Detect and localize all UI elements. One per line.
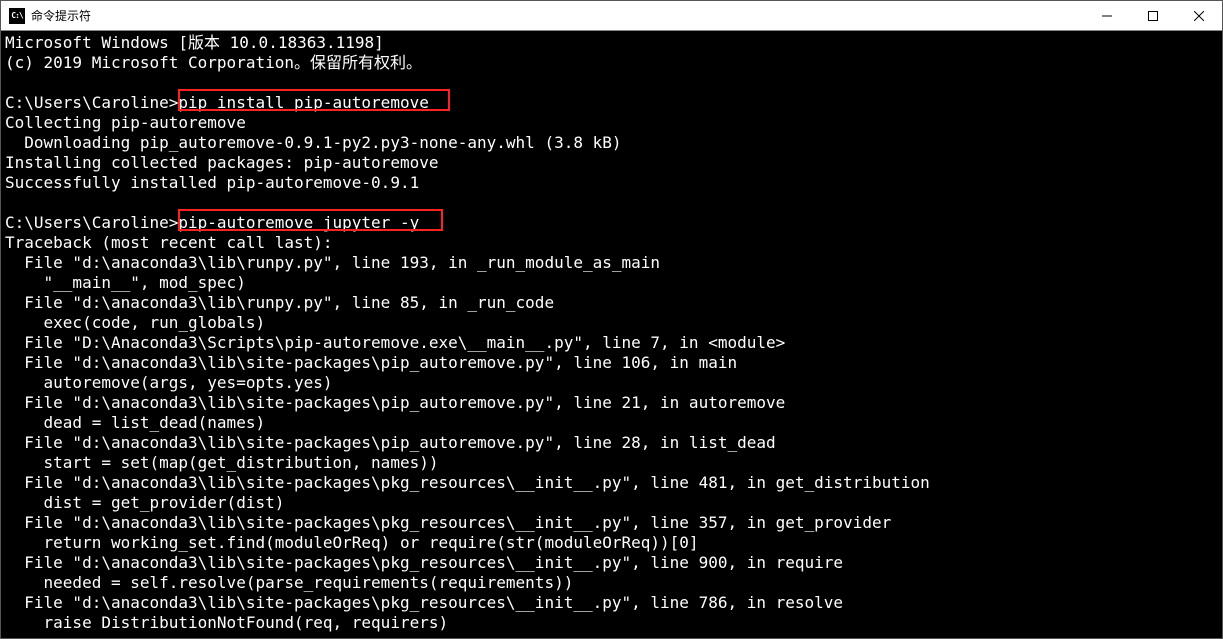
- terminal-line: Downloading pip_autoremove-0.9.1-py2.py3…: [5, 133, 1218, 153]
- terminal-line: File "d:\anaconda3\lib\site-packages\pkg…: [5, 513, 1218, 533]
- terminal-line: C:\Users\Caroline>pip-autoremove jupyter…: [5, 213, 1218, 233]
- terminal-line: autoremove(args, yes=opts.yes): [5, 373, 1218, 393]
- terminal-line: File "d:\anaconda3\lib\site-packages\pip…: [5, 393, 1218, 413]
- terminal-line: dist = get_provider(dist): [5, 493, 1218, 513]
- window-controls: [1084, 1, 1222, 30]
- terminal-line: start = set(map(get_distribution, names)…: [5, 453, 1218, 473]
- maximize-button[interactable]: [1130, 1, 1176, 30]
- close-button[interactable]: [1176, 1, 1222, 30]
- terminal-line: File "d:\anaconda3\lib\runpy.py", line 1…: [5, 253, 1218, 273]
- terminal-line: [5, 193, 1218, 213]
- terminal-line: File "d:\anaconda3\lib\site-packages\pkg…: [5, 473, 1218, 493]
- terminal-line: Successfully installed pip-autoremove-0.…: [5, 173, 1218, 193]
- window-title: 命令提示符: [31, 7, 1084, 24]
- terminal-line: Collecting pip-autoremove: [5, 113, 1218, 133]
- terminal-line: File "d:\anaconda3\lib\site-packages\pkg…: [5, 593, 1218, 613]
- terminal-output[interactable]: Microsoft Windows [版本 10.0.18363.1198](c…: [1, 31, 1222, 638]
- titlebar[interactable]: C:\ 命令提示符: [1, 1, 1222, 31]
- terminal-line: dead = list_dead(names): [5, 413, 1218, 433]
- terminal-line: return working_set.find(moduleOrReq) or …: [5, 533, 1218, 553]
- minimize-button[interactable]: [1084, 1, 1130, 30]
- terminal-line: C:\Users\Caroline>pip install pip-autore…: [5, 93, 1218, 113]
- terminal-line: File "d:\anaconda3\lib\site-packages\pkg…: [5, 553, 1218, 573]
- terminal-line: (c) 2019 Microsoft Corporation。保留所有权利。: [5, 53, 1218, 73]
- app-icon: C:\: [9, 8, 25, 24]
- terminal-line: Installing collected packages: pip-autor…: [5, 153, 1218, 173]
- terminal-line: Microsoft Windows [版本 10.0.18363.1198]: [5, 33, 1218, 53]
- terminal-line: File "d:\anaconda3\lib\runpy.py", line 8…: [5, 293, 1218, 313]
- minimize-icon: [1102, 11, 1112, 21]
- terminal-line: File "d:\anaconda3\lib\site-packages\pip…: [5, 433, 1218, 453]
- terminal-line: File "d:\anaconda3\lib\site-packages\pip…: [5, 353, 1218, 373]
- terminal-line: exec(code, run_globals): [5, 313, 1218, 333]
- terminal-line: raise DistributionNotFound(req, requirer…: [5, 613, 1218, 633]
- close-icon: [1194, 11, 1204, 21]
- terminal-line: File "D:\Anaconda3\Scripts\pip-autoremov…: [5, 333, 1218, 353]
- terminal-line: "__main__", mod_spec): [5, 273, 1218, 293]
- maximize-icon: [1148, 11, 1158, 21]
- terminal-line: Traceback (most recent call last):: [5, 233, 1218, 253]
- terminal-line: [5, 73, 1218, 93]
- command-prompt-window: C:\ 命令提示符 Microsoft Windows [版本 10.0.183…: [0, 0, 1223, 639]
- terminal-line: needed = self.resolve(parse_requirements…: [5, 573, 1218, 593]
